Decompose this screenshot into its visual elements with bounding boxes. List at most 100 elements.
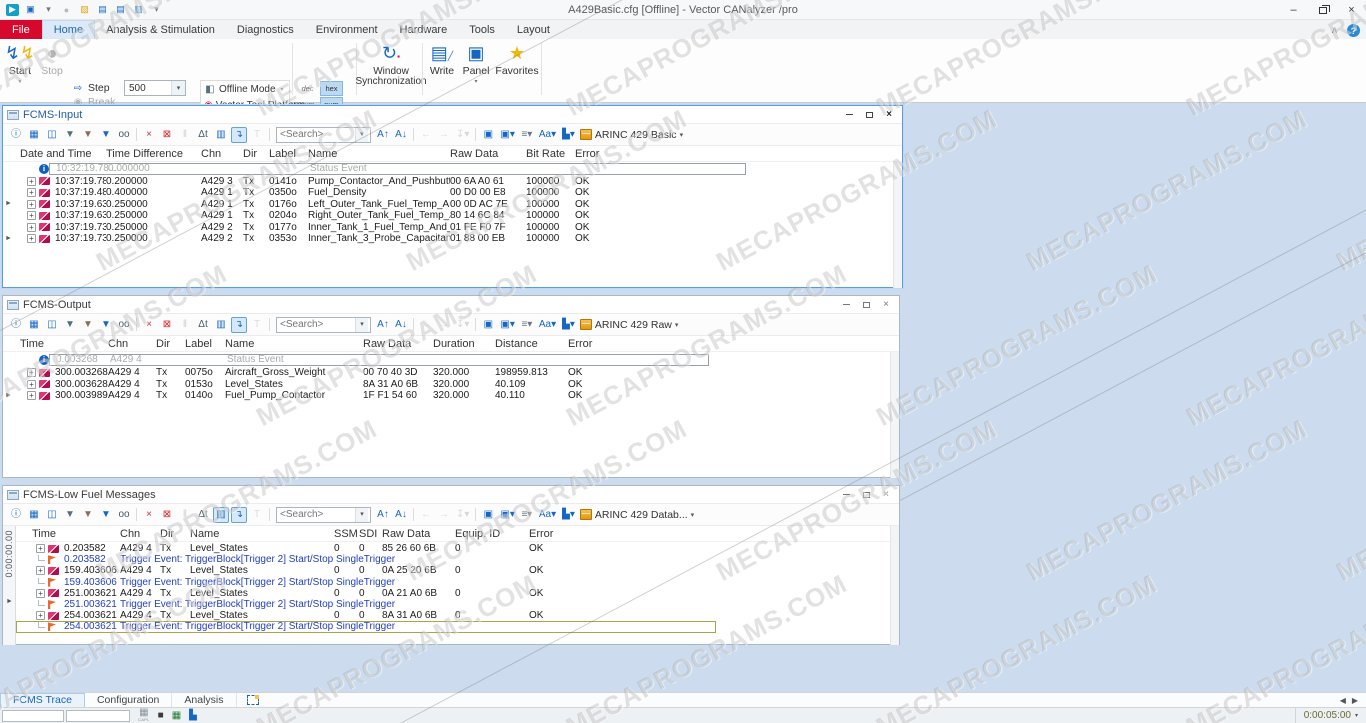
table-row[interactable]: 159.403606Trigger Event: TriggerBlock[Tr… (16, 577, 889, 588)
expand-icon[interactable]: + (36, 589, 45, 598)
window-options-icon[interactable]: ▣▾ (498, 317, 516, 333)
font-size-icon[interactable]: Aa▾ (537, 317, 558, 333)
open-icon[interactable]: ▨ (78, 4, 91, 16)
pause-icon[interactable]: ‖ (177, 127, 193, 143)
find-icon[interactable]: oo (116, 127, 132, 143)
column-layout-icon[interactable]: ▥ (213, 507, 229, 523)
column-header-raw-data[interactable]: Raw Data (450, 148, 526, 160)
scroll-mode-icon[interactable]: ↴ (231, 507, 247, 523)
analysis-filter-icon[interactable]: ▼ (98, 127, 114, 143)
expand-icon[interactable]: + (27, 200, 36, 209)
clear-on-start-icon[interactable]: ⊠ (159, 507, 175, 523)
time-difference-icon[interactable]: Δt (195, 317, 211, 333)
pause-icon[interactable]: ‖ (177, 507, 193, 523)
column-header-raw-data[interactable]: Raw Data (382, 528, 455, 540)
status-event-row[interactable]: 0.003268 A429 4 Status Event (49, 354, 709, 366)
help-icon[interactable]: ? (1347, 24, 1360, 37)
restore-button[interactable] (1308, 0, 1337, 20)
column-header-name[interactable]: Name (308, 148, 450, 160)
search-forward-icon[interactable]: A↓ (393, 317, 409, 333)
tab-home[interactable]: Home (42, 20, 95, 39)
column-header-time-difference[interactable]: Time Difference (106, 148, 201, 160)
column-header-equip-id[interactable]: Equip. ID (455, 528, 529, 540)
tab-file[interactable]: File (0, 20, 42, 39)
back-icon[interactable]: ← (418, 127, 434, 143)
column-header-bit-rate[interactable]: Bit Rate (526, 148, 575, 160)
table-row[interactable]: +300.003989A429 4Tx0140oFuel_Pump_Contac… (3, 390, 889, 402)
detail-view-icon[interactable]: ◫ (44, 127, 60, 143)
chevron-down-icon[interactable]: ▾ (355, 318, 368, 332)
tab-layout[interactable]: Layout (506, 20, 561, 39)
column-header-error[interactable]: Error (529, 528, 589, 540)
column-header-dir[interactable]: Dir (243, 148, 269, 160)
start-button[interactable]: ↯↯ Start▾ (5, 42, 35, 88)
column-header-dir[interactable]: Dir (156, 338, 185, 350)
record-icon[interactable]: ● (60, 4, 73, 16)
tab-analysis-stimulation[interactable]: Analysis & Stimulation (95, 20, 226, 39)
column-header-chn[interactable]: Chn (120, 528, 160, 540)
import-icon[interactable]: ▥ (132, 4, 145, 16)
stop-filter-icon[interactable]: ▼ (80, 317, 96, 333)
table-row[interactable]: +10:37:19.73...0.250000A429 2Tx0353oInne… (3, 233, 892, 245)
fixed-frame-icon[interactable]: T (249, 127, 265, 143)
expand-icon[interactable]: + (27, 223, 36, 232)
search-forward-icon[interactable]: A↓ (393, 507, 409, 523)
expand-icon[interactable]: + (27, 380, 36, 389)
find-icon[interactable]: oo (116, 317, 132, 333)
new-analysis-window-icon[interactable]: ▣ (480, 317, 496, 333)
window-options-icon[interactable]: ▣▾ (498, 507, 516, 523)
search-backward-icon[interactable]: A↑ (375, 317, 391, 333)
expand-icon[interactable]: + (27, 211, 36, 220)
qat-dropdown-icon[interactable]: ▾ (42, 4, 55, 16)
tab-scroll-left-icon[interactable]: ◀ (1340, 696, 1346, 705)
column-header-error[interactable]: Error (575, 148, 635, 160)
back-icon[interactable]: ← (418, 507, 434, 523)
search-input[interactable] (277, 319, 355, 330)
display-mode-icon[interactable]: ≡▾ (519, 127, 535, 143)
expand-icon[interactable]: + (27, 188, 36, 197)
fcms-output-title-bar[interactable]: FCMS-Output × (3, 296, 899, 314)
vertical-scrollbar[interactable] (890, 352, 899, 478)
stop-filter-icon[interactable]: ▼ (80, 507, 96, 523)
color-options-icon[interactable]: ▙▾ (560, 507, 577, 523)
time-difference-icon[interactable]: Δt (195, 127, 211, 143)
hex-toggle[interactable]: hex (320, 81, 343, 96)
table-row[interactable]: +251.003621A429 4TxLevel_States000A 21 A… (16, 588, 889, 599)
tab-diagnostics[interactable]: Diagnostics (226, 20, 305, 39)
tab-hardware[interactable]: Hardware (389, 20, 459, 39)
info-toggle-icon[interactable]: ⓘ (8, 507, 24, 523)
database-selector[interactable]: ARINC 429 Raw▾ (580, 319, 679, 331)
table-row[interactable]: +10:37:19.73...0.250000A429 2Tx0177oInne… (3, 222, 892, 234)
column-header-date-and-time[interactable]: Date and Time (20, 148, 106, 160)
column-header-ssm[interactable]: SSM (334, 528, 359, 540)
desktop-tab-fcms-trace[interactable]: FCMS Trace (0, 693, 85, 708)
search-forward-icon[interactable]: A↓ (393, 127, 409, 143)
column-layout-icon[interactable]: ▥ (213, 127, 229, 143)
forward-icon[interactable]: → (436, 127, 452, 143)
color-options-icon[interactable]: ▙▾ (560, 127, 577, 143)
table-row[interactable]: +10:37:19.63...0.250000A429 1Tx0204oRigh… (3, 210, 892, 222)
column-header-duration[interactable]: Duration (433, 338, 495, 350)
column-header-distance[interactable]: Distance (495, 338, 568, 350)
stop-button[interactable]: ● Stop (38, 42, 66, 77)
column-header-label[interactable]: Label (185, 338, 225, 350)
column-header-sdi[interactable]: SDI (359, 528, 382, 540)
column-header-label[interactable]: Label (269, 148, 308, 160)
scroll-mode-icon[interactable]: ↴ (231, 127, 247, 143)
column-header-chn[interactable]: Chn (108, 338, 156, 350)
save-icon[interactable]: ▤ (96, 4, 109, 16)
fixed-frame-icon[interactable]: T (249, 507, 265, 523)
panel-button[interactable]: ▣ Panel▾ (460, 42, 492, 88)
goto-bottom-icon[interactable]: ↧▾ (454, 127, 471, 143)
maximize-icon[interactable] (859, 108, 879, 122)
maximize-icon[interactable] (856, 488, 876, 502)
search-backward-icon[interactable]: A↑ (375, 127, 391, 143)
filter-icon[interactable]: ▼ (62, 127, 78, 143)
qat-more-icon[interactable]: ▾ (150, 4, 163, 16)
font-size-icon[interactable]: Aa▾ (537, 127, 558, 143)
search-backward-icon[interactable]: A↑ (375, 507, 391, 523)
clear-icon[interactable]: × (141, 317, 157, 333)
column-header-chn[interactable]: Chn (201, 148, 243, 160)
detail-view-icon[interactable]: ◫ (44, 317, 60, 333)
tab-scroll-right-icon[interactable]: ▶ (1352, 696, 1358, 705)
